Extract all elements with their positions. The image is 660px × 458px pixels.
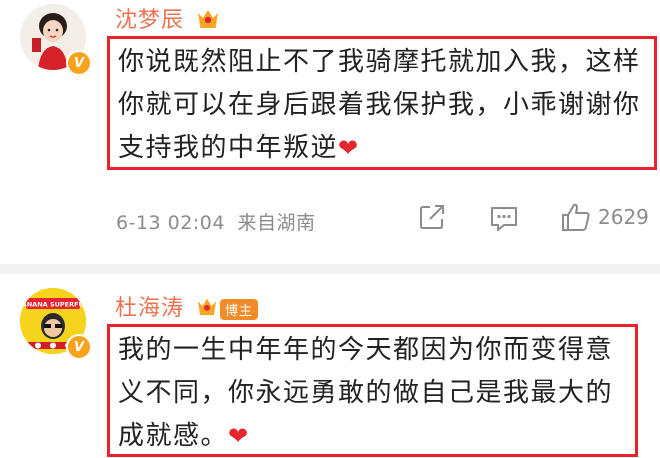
comment-text-highlight: 你说既然阻止不了我骑摩托就加入我，这样 你就可以在身后跟着我保护我，小乖谢谢你 …	[107, 36, 657, 170]
comment-meta: 6-13 02:04 来自湖南	[116, 208, 315, 235]
comment-2: BANANA SUPERFUN V 杜海涛 博主 我的一生中年年的今天都因为你而	[0, 274, 660, 457]
comment-1: V 沈梦辰 你说既然阻止不了我骑摩托就加入我，这样 你就可以在身后跟着我保护我，…	[0, 0, 660, 258]
username[interactable]: 杜海涛 博主	[115, 290, 259, 322]
avatar-logo-text: BANANA SUPERFUN	[20, 301, 86, 309]
blogger-tag: 博主	[220, 298, 259, 320]
share-icon	[420, 205, 444, 229]
source: 来自湖南	[237, 212, 316, 234]
comment-line: 支持我的中年叛逆❤	[118, 127, 654, 170]
crown-icon	[196, 7, 220, 35]
heart-icon: ❤	[338, 134, 360, 162]
comment-line: 你就可以在身后跟着我保护我，小乖谢谢你	[118, 90, 641, 120]
comment-icon	[491, 207, 517, 231]
comment-line: 我的一生中年年的今天都因为你而变得意	[118, 335, 614, 365]
verified-badge: V	[66, 334, 92, 360]
like-button[interactable]: 2629	[560, 202, 649, 232]
avatar[interactable]: BANANA SUPERFUN V	[20, 288, 92, 360]
comment-line-text: 成就感。	[118, 421, 229, 451]
verified-badge: V	[66, 50, 92, 76]
timestamp: 6-13 02:04	[116, 212, 225, 234]
thumbs-up-icon	[562, 203, 590, 231]
username[interactable]: 沈梦辰	[115, 2, 220, 35]
crown-icon	[196, 296, 218, 322]
comment-line: 成就感。❤	[118, 415, 635, 458]
heart-icon: ❤	[228, 422, 250, 450]
comment-line: 义不同，你永远勇敢的做自己是我最大的	[118, 378, 614, 408]
username-text[interactable]: 沈梦辰	[115, 8, 184, 33]
avatar[interactable]: V	[20, 4, 92, 76]
comment-text-highlight: 我的一生中年年的今天都因为你而变得意 义不同，你永远勇敢的做自己是我最大的 成就…	[107, 324, 638, 457]
comment-line: 你说既然阻止不了我骑摩托就加入我，这样	[118, 47, 641, 77]
comment-line-text: 支持我的中年叛逆	[118, 133, 339, 163]
username-text[interactable]: 杜海涛	[115, 296, 184, 321]
like-count: 2629	[598, 205, 649, 229]
comment-divider	[0, 264, 660, 274]
share-button[interactable]	[418, 203, 446, 231]
comment-button[interactable]	[489, 204, 519, 232]
